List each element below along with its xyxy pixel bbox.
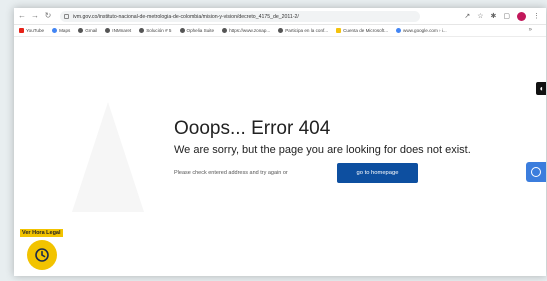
address-bar[interactable]: ivm.gov.co/instituto-nacional-de-metrolo… [60,11,420,22]
bookmark-gmail[interactable]: Gmail [78,28,97,33]
bookmark-microsoft[interactable]: Cuenta de Microsoft... [336,28,388,33]
bookmark-label: Cuenta de Microsoft... [343,28,389,33]
bookmark-label: Maps [59,28,71,33]
bookmark-label: INMnaret [112,28,132,33]
google-icon [396,28,402,33]
globe-icon [222,28,228,33]
star-icon[interactable]: ☆ [477,11,483,22]
lock-icon [64,14,69,19]
maps-icon [52,28,58,33]
accessibility-icon[interactable]: ◐ [536,82,546,95]
share-icon[interactable]: ↗ [464,11,470,22]
forward-icon[interactable]: → [30,10,40,22]
bookmark-solucion[interactable]: Solución # 5 [139,28,172,33]
browser-toolbar: ← → ↻ ivm.gov.co/instituto-nacional-de-m… [14,8,546,25]
bookmarks-bar: YouTube Maps Gmail INMnaret Solución # 5… [14,25,546,37]
bookmark-label: Gmail [85,28,98,33]
help-text: Please check entered address and try aga… [174,170,288,176]
profile-avatar[interactable] [517,12,526,21]
microsoft-icon [336,28,342,33]
reload-icon[interactable]: ↻ [43,10,53,22]
bookmark-label: https://www.zonap... [229,28,271,33]
bookmark-participa[interactable]: Participa en la conf... [278,28,328,33]
accessibility-icon [531,167,541,177]
gmail-icon [78,28,84,33]
globe-icon [105,28,111,33]
bookmark-ophelia[interactable]: Ophelia Suite [179,28,215,33]
browser-window: ← → ↻ ivm.gov.co/instituto-nacional-de-m… [14,8,546,276]
bookmark-zonap[interactable]: https://www.zonap... [222,28,270,33]
back-icon[interactable]: ← [17,10,27,22]
toolbar-actions: ↗ ☆ ✱ ▢ ⋮ [464,11,540,22]
error-page: Ooops... Error 404 We are sorry, but the… [14,37,546,276]
bookmark-maps[interactable]: Maps [52,28,70,33]
clock-icon [35,248,49,262]
page-title: Ooops... Error 404 [174,118,331,139]
background-cone-graphic [72,102,144,212]
bookmark-label: YouTube [26,28,45,33]
bookmark-label: Ophelia Suite [186,28,215,33]
globe-icon [179,28,185,33]
menu-icon[interactable]: ⋮ [533,11,540,22]
youtube-icon [19,28,24,33]
bookmark-google[interactable]: www.google.com › i... [396,28,447,33]
sidebar-icon[interactable]: ▢ [503,11,510,22]
bookmark-label: www.google.com › i... [403,28,447,33]
accessibility-widget-button[interactable] [526,162,546,182]
legal-time-button[interactable] [27,240,57,270]
error-message: We are sorry, but the page you are looki… [174,144,471,156]
bookmark-label: Participa en la conf... [285,28,329,33]
globe-icon [278,28,284,33]
globe-icon [139,28,145,33]
url-text: ivm.gov.co/instituto-nacional-de-metrolo… [73,13,299,20]
bookmark-inmnaret[interactable]: INMnaret [105,28,131,33]
go-to-homepage-button[interactable]: go to homepage [337,163,418,183]
more-bookmarks-icon[interactable]: » [529,27,532,33]
legal-time-label[interactable]: Ver Hora Legal [20,229,63,237]
extensions-icon[interactable]: ✱ [491,11,497,22]
bookmark-label: Solución # 5 [146,28,172,33]
bookmark-youtube[interactable]: YouTube [19,28,44,33]
